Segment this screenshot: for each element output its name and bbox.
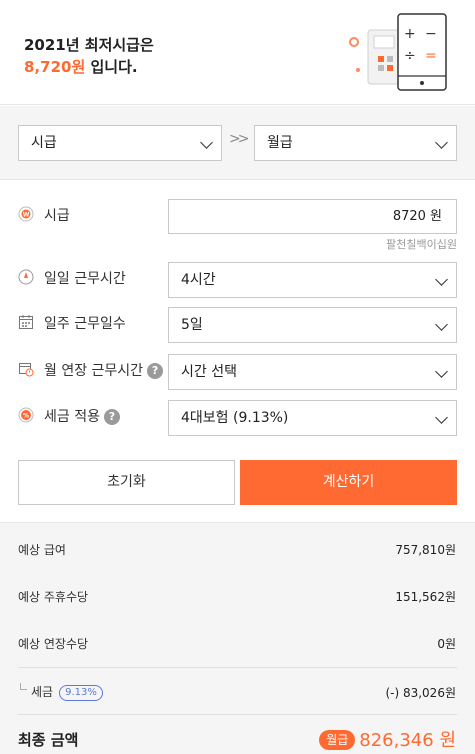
calculate-button[interactable]: 계산하기 bbox=[240, 460, 457, 505]
salary-value: 757,810원 bbox=[395, 543, 456, 557]
min-wage-amount: 8,720원 bbox=[24, 58, 86, 76]
tax-result-label-text: 세금 bbox=[31, 685, 54, 699]
tree-connector bbox=[20, 683, 27, 690]
svg-text:+: + bbox=[404, 26, 416, 42]
chevron-down-icon bbox=[200, 136, 213, 149]
help-icon[interactable]: ? bbox=[147, 363, 164, 379]
tax-result-value: (-) 83,026원 bbox=[385, 686, 456, 700]
chevron-down-icon bbox=[435, 273, 448, 286]
tax-result-label: 세금 9.13% bbox=[31, 683, 103, 701]
header-message: 2021년 최저시급은 8,720원 입니다. bbox=[24, 34, 154, 78]
overtime-calendar-icon bbox=[19, 363, 34, 377]
to-unit-select[interactable]: 월급 bbox=[254, 125, 457, 161]
divider bbox=[18, 714, 457, 715]
to-unit-value: 월급 bbox=[267, 135, 293, 151]
svg-text:−: − bbox=[425, 26, 437, 42]
chevron-down-icon bbox=[435, 411, 448, 424]
overtime-allowance-label: 예상 연장수당 bbox=[18, 637, 89, 651]
header: 2021년 최저시급은 8,720원 입니다. + − ÷ = bbox=[0, 0, 475, 105]
double-chevron-right-icon: >> bbox=[229, 131, 250, 147]
chevron-down-icon bbox=[435, 365, 448, 378]
help-icon[interactable]: ? bbox=[103, 409, 120, 425]
clock-icon bbox=[18, 269, 34, 285]
svg-text:=: = bbox=[425, 48, 437, 64]
daily-hours-value: 4시간 bbox=[181, 272, 216, 288]
weekly-days-label: 일주 근무일수 bbox=[44, 316, 126, 332]
calculator-illustration-icon: + − ÷ = bbox=[349, 13, 447, 91]
weekly-allowance-value: 151,562원 bbox=[395, 590, 456, 604]
tax-label: 세금 적용? bbox=[44, 406, 120, 426]
daily-hours-select[interactable]: 4시간 bbox=[168, 262, 457, 298]
chevron-down-icon bbox=[435, 136, 448, 149]
weekly-days-select[interactable]: 5일 bbox=[168, 307, 457, 343]
overtime-value: 시간 선택 bbox=[181, 364, 237, 380]
final-amount-value: 826,346 원 bbox=[359, 730, 456, 751]
final-amount-label: 최종 금액 bbox=[18, 731, 79, 749]
weekly-days-value: 5일 bbox=[181, 317, 203, 333]
svg-text:%: % bbox=[23, 413, 29, 420]
hourly-wage-korean-text: 팔천칠백이십원 bbox=[386, 238, 457, 251]
monthly-badge: 월급 bbox=[319, 730, 356, 750]
svg-text:W: W bbox=[23, 212, 30, 219]
reset-button[interactable]: 초기화 bbox=[18, 460, 235, 505]
calendar-icon bbox=[19, 315, 33, 329]
daily-hours-label: 일일 근무시간 bbox=[44, 271, 126, 287]
final-amount: 월급 826,346 원 bbox=[319, 726, 456, 752]
tax-value: 4대보험 (9.13%) bbox=[181, 410, 289, 426]
divider bbox=[18, 667, 457, 668]
tax-label-text: 세금 적용 bbox=[44, 409, 100, 425]
header-line1: 2021년 최저시급은 bbox=[24, 36, 154, 54]
overtime-select[interactable]: 시간 선택 bbox=[168, 354, 457, 390]
salary-label: 예상 급여 bbox=[18, 543, 66, 557]
weekly-allowance-label: 예상 주휴수당 bbox=[18, 590, 89, 604]
tax-rate-badge: 9.13% bbox=[59, 685, 103, 701]
hourly-wage-input[interactable]: 8720 원 bbox=[168, 199, 457, 234]
won-coin-icon: W bbox=[18, 206, 34, 222]
overtime-label-text: 월 연장 근무시간 bbox=[44, 363, 144, 379]
chevron-down-icon bbox=[435, 318, 448, 331]
overtime-allowance-value: 0원 bbox=[437, 637, 456, 651]
from-unit-select[interactable]: 시급 bbox=[18, 125, 222, 161]
header-line2-suffix: 입니다. bbox=[85, 58, 138, 76]
svg-text:÷: ÷ bbox=[404, 48, 416, 64]
tax-select[interactable]: 4대보험 (9.13%) bbox=[168, 400, 457, 436]
overtime-label: 월 연장 근무시간? bbox=[44, 360, 164, 380]
hourly-wage-label: 시급 bbox=[44, 208, 70, 224]
from-unit-value: 시급 bbox=[31, 135, 57, 151]
percent-icon: % bbox=[18, 407, 34, 423]
